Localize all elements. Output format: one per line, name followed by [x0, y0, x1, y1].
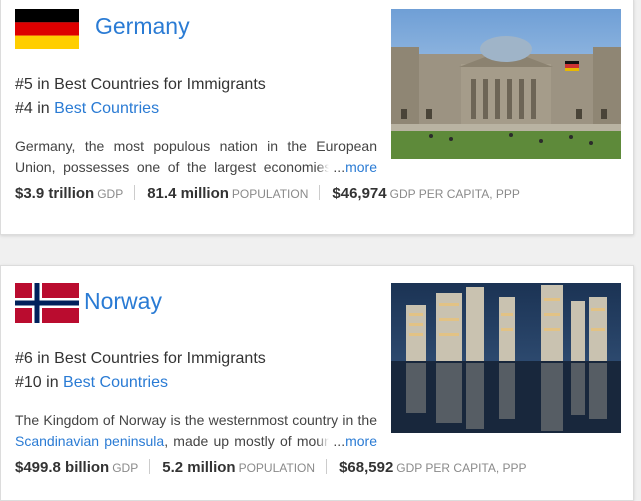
read-more-link[interactable]: ...more — [317, 157, 377, 178]
best-countries-link[interactable]: Best Countries — [63, 374, 168, 391]
rank-category: Best Countries for Immigrants — [54, 350, 266, 367]
ellipsis: ... — [333, 433, 346, 449]
stats-row: $499.8 billion GDP 5.2 million POPULATION $6… — [15, 459, 527, 476]
germany-flag-icon — [15, 9, 79, 49]
population-label: POPULATION — [238, 461, 316, 475]
rank-immigrants: #6 in Best Countries for Immigrants — [15, 350, 266, 368]
country-card-norway: Norway #6 in Best Countries for Immigran… — [0, 265, 634, 501]
divider — [326, 459, 328, 474]
rank-prefix: #10 in — [15, 374, 64, 391]
gdp-label: GDP — [112, 461, 139, 475]
rank-prefix: #4 in — [15, 100, 55, 117]
gdp-value: $3.9 trillion — [15, 185, 95, 202]
rank-immigrants: #5 in Best Countries for Immigrants — [15, 76, 266, 94]
more-label: more — [345, 433, 377, 449]
country-name-link[interactable]: Germany — [95, 13, 190, 40]
description-text: The Kingdom of Norway is the westernmost… — [15, 412, 377, 428]
country-name-link[interactable]: Norway — [84, 288, 162, 315]
scandinavian-peninsula-link[interactable]: Scandinavian peninsula — [15, 433, 164, 449]
reichstag-photo — [391, 9, 621, 159]
country-card-germany: Germany #5 in Best Countries for Immigra… — [0, 0, 634, 235]
rank-best-countries: #10 in Best Countries — [15, 374, 168, 392]
rank-best-countries: #4 in Best Countries — [15, 100, 159, 118]
oslo-skyline-photo — [391, 283, 621, 433]
divider — [319, 185, 321, 200]
country-description: Germany, the most populous nation in the… — [15, 136, 377, 178]
read-more-link[interactable]: ...more — [317, 431, 377, 452]
more-label: more — [345, 159, 377, 175]
population-value: 81.4 million — [147, 185, 229, 202]
norway-flag-icon — [15, 283, 79, 323]
rank-prefix: #5 in — [15, 76, 55, 93]
divider — [149, 459, 151, 474]
gdp-per-capita-label: GDP PER CAPITA, PPP — [389, 187, 520, 201]
divider — [134, 185, 136, 200]
rank-prefix: #6 in — [15, 350, 55, 367]
rank-category: Best Countries for Immigrants — [54, 76, 266, 93]
ellipsis: ... — [333, 159, 346, 175]
population-label: POPULATION — [231, 187, 309, 201]
gdp-per-capita-label: GDP PER CAPITA, PPP — [396, 461, 527, 475]
best-countries-link[interactable]: Best Countries — [54, 100, 159, 117]
population-value: 5.2 million — [162, 459, 236, 476]
country-description: The Kingdom of Norway is the westernmost… — [15, 410, 377, 452]
gdp-value: $499.8 billion — [15, 459, 110, 476]
gdp-per-capita-value: $68,592 — [339, 459, 394, 476]
stats-row: $3.9 trillion GDP 81.4 million POPULATION $4… — [15, 185, 520, 202]
gdp-per-capita-value: $46,974 — [332, 185, 387, 202]
gdp-label: GDP — [97, 187, 124, 201]
